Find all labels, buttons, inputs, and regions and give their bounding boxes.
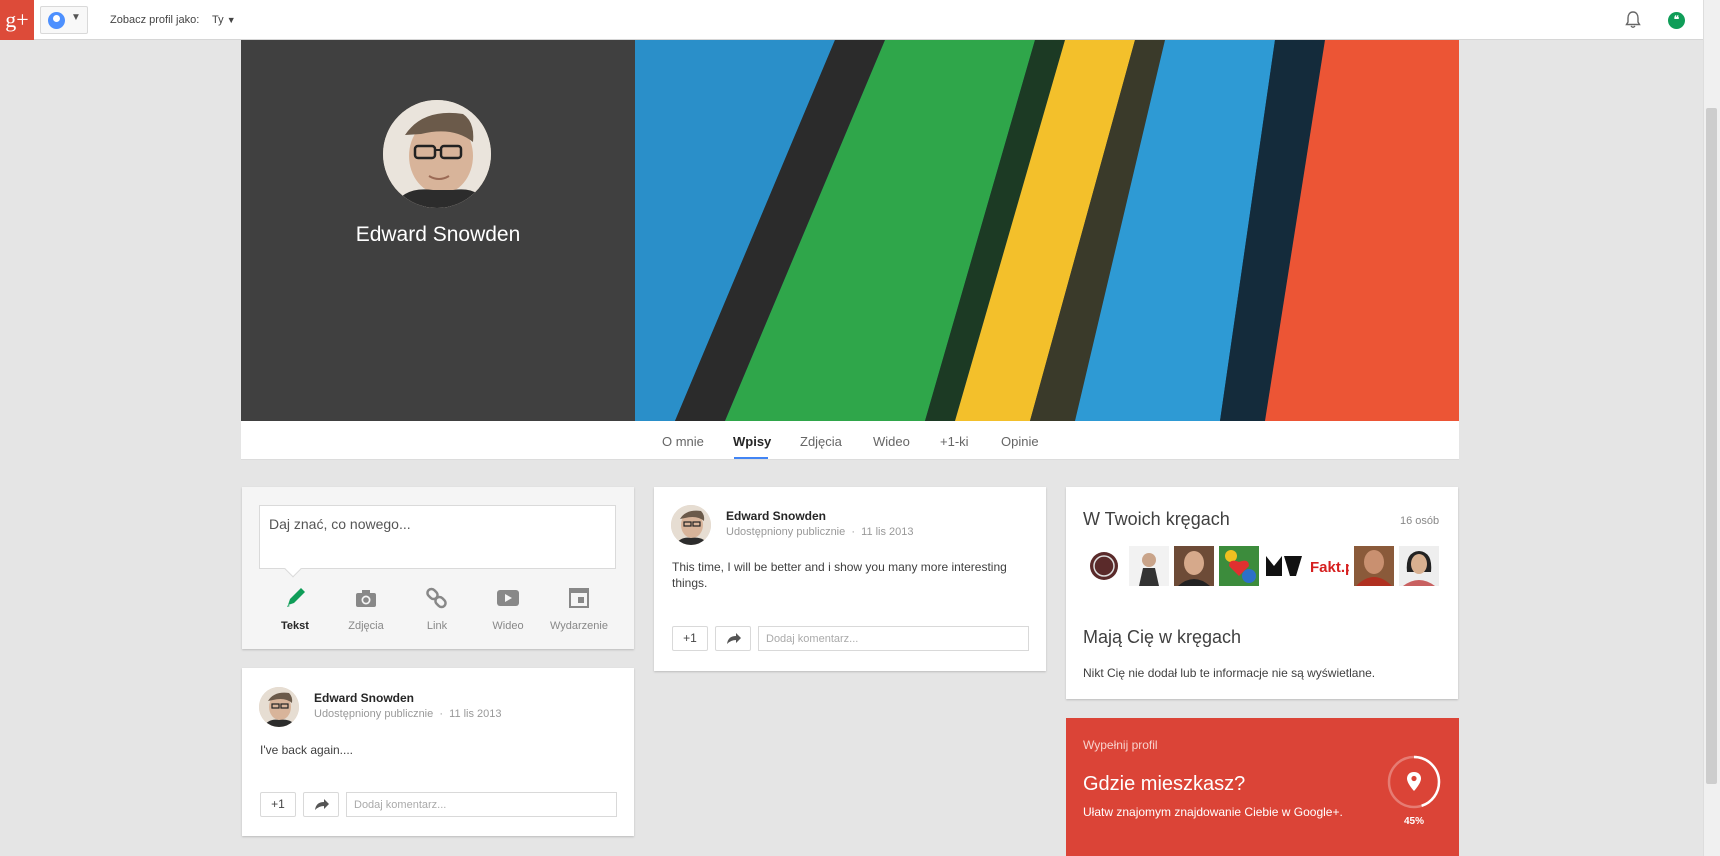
post-card: Edward Snowden Udostępniony publicznie ·… xyxy=(654,487,1046,671)
circle-member-avatar[interactable] xyxy=(1129,546,1169,586)
share-option-label: Link xyxy=(426,620,448,632)
calendar-icon xyxy=(569,588,589,608)
share-text-button[interactable]: Tekst xyxy=(260,585,330,632)
circle-member-avatar[interactable] xyxy=(1264,546,1304,586)
share-event-button[interactable]: Wydarzenie xyxy=(544,585,614,632)
camera-icon xyxy=(356,590,376,607)
view-as-dropdown[interactable]: Ty ▼ xyxy=(212,14,236,26)
share-option-label: Wydarzenie xyxy=(550,620,608,632)
tab-photos[interactable]: Zdjęcia xyxy=(800,434,842,449)
plus-one-button[interactable]: +1 xyxy=(672,626,708,651)
chevron-down-icon: ▼ xyxy=(226,15,236,25)
comment-input[interactable]: Dodaj komentarz... xyxy=(346,792,617,817)
cover-photo[interactable] xyxy=(635,40,1459,421)
reshare-button[interactable] xyxy=(715,626,751,651)
circle-member-avatar[interactable]: Fakt.pl xyxy=(1309,546,1349,586)
share-arrow-icon xyxy=(727,633,741,644)
profile-name: Edward Snowden xyxy=(355,223,521,246)
account-switcher-button[interactable]: ▼ xyxy=(40,6,88,34)
circle-member-avatar[interactable] xyxy=(1399,546,1439,586)
your-circles-title[interactable]: W Twoich kręgach xyxy=(1083,509,1230,530)
complete-profile-label: Wypełnij profil xyxy=(1083,738,1158,752)
post-visibility[interactable]: Udostępniony publicznie xyxy=(726,526,845,538)
in-circles-title: Mają Cię w kręgach xyxy=(1083,627,1242,647)
share-option-label: Zdjęcia xyxy=(348,620,384,632)
circle-member-avatar[interactable] xyxy=(1084,546,1124,586)
location-question[interactable]: Gdzie mieszkasz? xyxy=(1083,773,1245,796)
view-as-label: Zobacz profil jako: xyxy=(110,14,200,26)
share-video-button[interactable]: Wideo xyxy=(473,585,543,632)
video-play-icon xyxy=(497,590,519,606)
post-date[interactable]: 11 lis 2013 xyxy=(449,708,501,720)
post-meta: Udostępniony publicznie · 11 lis 2013 xyxy=(726,526,914,538)
pencil-icon xyxy=(287,588,305,607)
reshare-button[interactable] xyxy=(303,792,339,817)
circles-card: W Twoich kręgach 16 osób Mają Cię w kręg… xyxy=(1066,487,1458,699)
link-icon xyxy=(426,587,447,609)
circle-member-avatar[interactable] xyxy=(1354,546,1394,586)
scrollbar-thumb[interactable] xyxy=(1706,108,1717,784)
post-author-avatar[interactable] xyxy=(671,505,711,545)
profile-tabs: O mnie Wpisy Zdjęcia Wideo +1-ki Opinie xyxy=(241,421,1459,460)
progress-percent: 45% xyxy=(1403,816,1424,827)
view-as-value: Ty xyxy=(212,14,224,26)
share-option-label: Wideo xyxy=(492,620,524,632)
share-option-label: Tekst xyxy=(281,620,309,632)
post-meta: Udostępniony publicznie · 11 lis 2013 xyxy=(314,708,502,720)
tab-videos[interactable]: Wideo xyxy=(873,434,910,449)
share-box-card: Daj znać, co nowego... Tekst Zdjęcia Lin… xyxy=(242,487,634,649)
comment-input[interactable]: Dodaj komentarz... xyxy=(758,626,1029,651)
circles-count[interactable]: 16 osób xyxy=(1400,515,1439,527)
share-input[interactable]: Daj znać, co nowego... xyxy=(259,505,616,569)
circle-member-avatar[interactable] xyxy=(1174,546,1214,586)
complete-profile-card[interactable]: Wypełnij profil Gdzie mieszkasz? Ułatw z… xyxy=(1066,718,1459,856)
location-pin-icon xyxy=(1407,772,1421,791)
post-text: This time, I will be better and i show y… xyxy=(672,560,1007,590)
post-author-avatar[interactable] xyxy=(259,687,299,727)
post-text: I've back again.... xyxy=(260,743,354,757)
post-visibility[interactable]: Udostępniony publicznie xyxy=(314,708,433,720)
share-link-button[interactable]: Link xyxy=(402,585,472,632)
profile-avatar[interactable] xyxy=(383,100,491,208)
in-circles-text: Nikt Cię nie dodał lub te informacje nie… xyxy=(1083,666,1376,680)
active-tab-indicator xyxy=(734,457,768,459)
tab-about[interactable]: O mnie xyxy=(662,434,704,449)
plus-one-button[interactable]: +1 xyxy=(260,792,296,817)
post-date[interactable]: 11 lis 2013 xyxy=(861,526,913,538)
post-author-name[interactable]: Edward Snowden xyxy=(314,691,414,705)
chevron-down-icon: ▼ xyxy=(71,12,81,23)
top-bar: g+ ▼ Zobacz profil jako: Ty ▼ ❝ xyxy=(0,0,1703,40)
post-author-name[interactable]: Edward Snowden xyxy=(726,509,826,523)
tab-posts[interactable]: Wpisy xyxy=(733,434,771,449)
share-photo-button[interactable]: Zdjęcia xyxy=(331,585,401,632)
tab-reviews[interactable]: Opinie xyxy=(1001,434,1039,449)
fakt-logo: Fakt.pl xyxy=(1310,559,1349,576)
tab-plus-ones[interactable]: +1-ki xyxy=(940,434,969,449)
profile-progress-ring xyxy=(1387,755,1441,809)
location-subtitle: Ułatw znajomym znajdowanie Ciebie w Goog… xyxy=(1083,805,1343,819)
user-icon xyxy=(48,12,65,29)
google-plus-logo[interactable]: g+ xyxy=(0,0,34,40)
circle-member-avatar[interactable] xyxy=(1219,546,1259,586)
hangouts-icon[interactable]: ❝ xyxy=(1668,12,1685,29)
notifications-bell-icon[interactable] xyxy=(1625,11,1641,29)
share-arrow-icon xyxy=(315,799,329,810)
post-card: Edward Snowden Udostępniony publicznie ·… xyxy=(242,668,634,836)
